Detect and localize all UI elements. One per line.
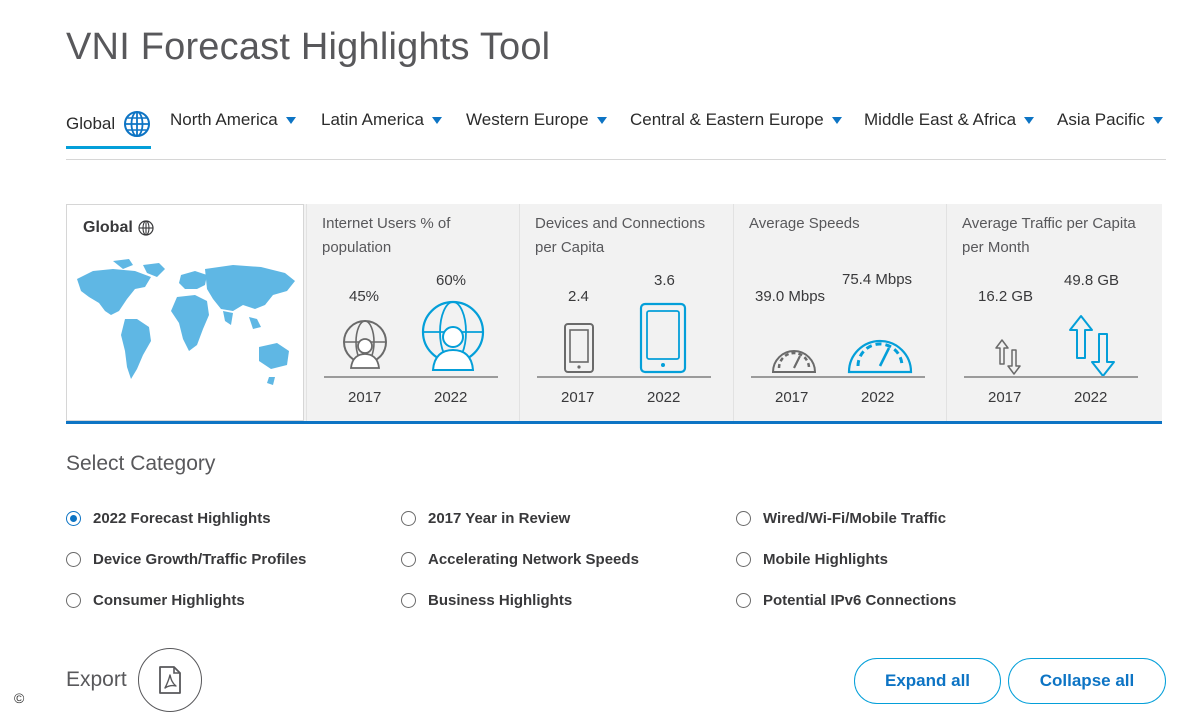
speedometer-icon (847, 339, 913, 374)
baseline (751, 376, 925, 378)
person-globe-icon (421, 300, 485, 371)
caret-down-icon (596, 116, 607, 124)
radio-mobile-highlights[interactable]: Mobile Highlights (736, 551, 888, 568)
value-2022: 49.8 GB (1064, 272, 1120, 289)
metric-title: Average Traffic per Capita per Month (962, 215, 1136, 256)
map-panel: Global (66, 204, 304, 421)
globe-icon (138, 220, 154, 236)
baseline (964, 376, 1138, 378)
metric-title: Internet Users % of population (322, 215, 451, 256)
caret-down-icon (285, 116, 296, 124)
person-globe-icon (343, 320, 387, 369)
radio-device-growth[interactable]: Device Growth/Traffic Profiles (66, 551, 306, 568)
tab-label: Central & Eastern Europe (630, 110, 824, 129)
radio-label: Consumer Highlights (93, 592, 245, 609)
year-label: 2022 (1074, 389, 1108, 406)
tab-central-eastern-europe[interactable]: Central & Eastern Europe (630, 110, 842, 130)
summary-panel: Global Internet Users % of population 45… (66, 204, 1162, 424)
world-map (77, 259, 295, 385)
radio-label: Business Highlights (428, 592, 573, 609)
metric-internet-users: Internet Users % of population 45% 60% 2… (306, 204, 519, 421)
radio-button-icon (736, 511, 751, 526)
tab-label: Middle East & Africa (864, 110, 1017, 129)
radio-button-icon (66, 593, 81, 608)
export-label: Export (66, 668, 127, 691)
year-label: 2017 (348, 389, 382, 406)
radio-label: 2017 Year in Review (428, 510, 571, 527)
pdf-icon (159, 666, 181, 694)
value-2017: 45% (349, 288, 380, 305)
tab-latin-america[interactable]: Latin America (321, 110, 442, 130)
radio-label: Device Growth/Traffic Profiles (93, 551, 307, 568)
radio-label: Mobile Highlights (763, 551, 888, 568)
globe-icon (124, 111, 151, 137)
radio-2017-year-in-review[interactable]: 2017 Year in Review (401, 510, 570, 527)
page-title: VNI Forecast Highlights Tool (66, 26, 551, 68)
value-2017: 39.0 Mbps (755, 288, 826, 305)
radio-label: 2022 Forecast Highlights (93, 510, 271, 527)
radio-wired-wifi-mobile-traffic[interactable]: Wired/Wi-Fi/Mobile Traffic (736, 510, 946, 527)
radio-button-icon (66, 552, 81, 567)
tab-global[interactable]: Global (66, 110, 152, 149)
radio-business-highlights[interactable]: Business Highlights (401, 592, 572, 609)
caret-down-icon (1152, 116, 1163, 124)
radio-button-icon (401, 552, 416, 567)
radio-button-icon (401, 511, 416, 526)
region-nav: Global North America Latin America Weste… (66, 106, 1166, 160)
metric-traffic: Average Traffic per Capita per Month 16.… (946, 204, 1159, 421)
copyright-mark: © (14, 690, 25, 706)
radio-consumer-highlights[interactable]: Consumer Highlights (66, 592, 245, 609)
year-label: 2022 (861, 389, 895, 406)
tab-middle-east-africa[interactable]: Middle East & Africa (864, 110, 1035, 130)
value-2017: 16.2 GB (978, 288, 1034, 305)
radio-label: Accelerating Network Speeds (428, 551, 639, 568)
value-2022: 75.4 Mbps (842, 271, 913, 288)
select-category-heading: Select Category (66, 452, 216, 475)
tab-label: North America (170, 110, 278, 129)
tab-western-europe[interactable]: Western Europe (466, 110, 607, 130)
tab-label: Asia Pacific (1057, 110, 1145, 129)
map-title: Global (83, 219, 154, 237)
traffic-arrows-icon (995, 339, 1021, 375)
metric-title: Average Speeds (749, 215, 860, 232)
radio-button-icon (66, 511, 81, 526)
tab-north-america[interactable]: North America (170, 110, 296, 130)
radio-label: Potential IPv6 Connections (763, 592, 957, 609)
radio-button-icon (736, 593, 751, 608)
baseline (324, 376, 498, 378)
export-pdf-button[interactable] (138, 648, 202, 712)
tab-label: Latin America (321, 110, 424, 129)
caret-down-icon (1024, 116, 1035, 124)
tab-label: Western Europe (466, 110, 589, 129)
year-label: 2017 (988, 389, 1022, 406)
radio-potential-ipv6-connections[interactable]: Potential IPv6 Connections (736, 592, 956, 609)
tablet-icon (639, 302, 687, 374)
year-label: 2017 (561, 389, 595, 406)
caret-down-icon (432, 116, 442, 124)
year-label: 2017 (775, 389, 809, 406)
speedometer-icon (771, 350, 817, 373)
tab-label: Global (66, 114, 116, 133)
traffic-arrows-icon (1069, 315, 1115, 377)
phone-icon (564, 323, 594, 373)
metric-devices: Devices and Connections per Capita 2.4 3… (519, 204, 732, 421)
radio-label: Wired/Wi-Fi/Mobile Traffic (763, 510, 947, 527)
value-2017: 2.4 (568, 288, 589, 305)
baseline (537, 376, 711, 378)
year-label: 2022 (434, 389, 468, 406)
metric-title: Devices and Connections per Capita (535, 215, 706, 256)
year-label: 2022 (647, 389, 681, 406)
expand-all-button[interactable]: Expand all (854, 658, 1001, 704)
value-2022: 60% (436, 272, 467, 289)
radio-accelerating-network-speeds[interactable]: Accelerating Network Speeds (401, 551, 639, 568)
radio-button-icon (401, 593, 416, 608)
radio-button-icon (736, 552, 751, 567)
value-2022: 3.6 (654, 272, 675, 289)
map-region-label: Global (83, 219, 133, 236)
tab-asia-pacific[interactable]: Asia Pacific (1057, 110, 1163, 130)
collapse-all-button[interactable]: Collapse all (1008, 658, 1166, 704)
metric-speeds: Average Speeds 39.0 Mbps 75.4 Mbps 2017 … (733, 204, 946, 421)
radio-2022-forecast-highlights[interactable]: 2022 Forecast Highlights (66, 510, 271, 527)
caret-down-icon (831, 116, 842, 124)
